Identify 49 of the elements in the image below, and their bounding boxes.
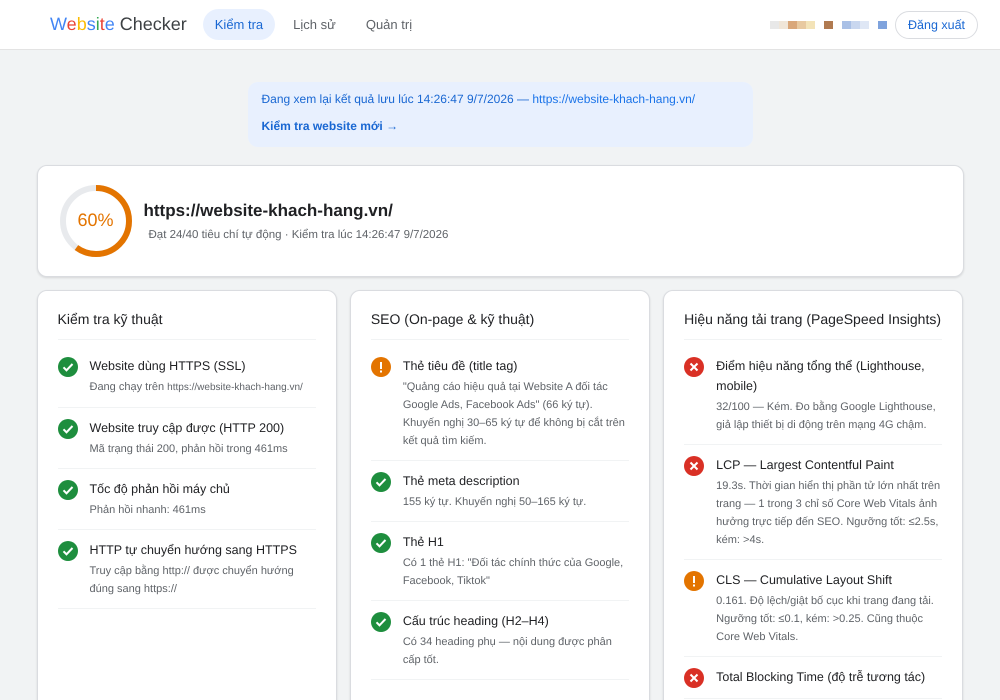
check-title: HTTP tự chuyển hướng sang HTTPS <box>90 542 298 559</box>
logout-button[interactable]: Đăng xuất <box>895 10 978 38</box>
check-title: CLS — Cumulative Layout Shift <box>716 572 893 589</box>
check-title: Thẻ meta description <box>402 473 521 490</box>
check-title: Thẻ tiêu đề (title tag) <box>402 358 518 375</box>
nav-tab[interactable]: Lịch sử <box>281 9 348 40</box>
check-icon <box>58 419 78 439</box>
warning-icon <box>370 357 391 377</box>
check-title: Tốc độ phản hồi máy chủ <box>90 481 230 498</box>
panel-title: Kiểm tra kỹ thuật <box>58 311 316 340</box>
logo[interactable]: Website Checker <box>50 14 187 35</box>
nav-tab[interactable]: Kiểm tra <box>202 9 276 40</box>
check-description: Có 34 heading phụ — nội dung được phân cấp tốt. <box>402 635 613 668</box>
check-description: 155 ký tự. Khuyến nghị 50–165 ký tự. <box>402 495 586 510</box>
check-description: 19.3s. Thời gian hiển thị phần tử lớn nhất trên trang — 1 trong 3 chỉ số Core Web Vitals ảnh hưởng trực tiếp đến SEO. Ngưỡng tốt: ≤2.5s, kém: >4s. <box>716 479 942 548</box>
url-link[interactable]: https://website-khach-hang.vn/ <box>532 92 696 106</box>
check-description: Mã trạng thái 200, phản hồi trong 461ms <box>90 442 288 457</box>
check-description: 32/100 — Kém. Đo bằng Google Lighthouse, giả lập thiết bị di động trên mạng 4G chậm. <box>716 400 937 433</box>
check-icon <box>58 357 78 377</box>
check-title: Điểm hiệu năng tổng thể (Lighthouse, mobile) <box>716 358 926 395</box>
check-description: 0.161. Độ lệch/giật bố cục khi trang đang tải. Ngưỡng tốt: ≤0.1, kém: >0.25. Cũng thuộc Core Web Vitals. <box>716 594 935 645</box>
error-icon <box>684 456 704 476</box>
check-icon <box>370 533 391 553</box>
check-icon <box>58 480 78 500</box>
new-check-link[interactable]: Kiểm tra website mới → <box>262 119 398 133</box>
check-title: Website truy cập được (HTTP 200) <box>90 420 286 437</box>
check-icon <box>370 472 391 492</box>
warning-icon <box>684 571 704 591</box>
error-icon <box>684 357 704 377</box>
check-title: Website dùng HTTPS (SSL) <box>90 358 247 375</box>
site-url: https://website-khach-hang.vn/ <box>144 201 394 221</box>
check-description: Đang chạy trên https://website-khach-hang.vn/ <box>90 380 303 395</box>
check-icon <box>370 612 391 632</box>
nav-tab[interactable]: Quản trị <box>354 9 424 40</box>
check-description: Có 1 thẻ H1: "Đối tác chính thức của Google, Facebook, Tiktok" <box>402 556 624 589</box>
check-description: "Quảng cáo hiệu quả tại Website A đối tác Google Ads, Facebook Ads" (66 ký tự). Khuyến nghị 30–65 ký tự để không bị cắt trên kết quả tìm kiếm. <box>402 380 626 449</box>
summary-meta: Đạt 24/40 tiêu chí tự động · Kiểm tra lúc 14:26:47 9/7/2026 <box>148 229 448 241</box>
banner-text: Đang xem lại kết quả lưu lúc 14:26:47 9/7/2026 — https://website-khach-hang.vn/ <box>262 92 696 106</box>
check-title: Thẻ H1 <box>402 534 445 551</box>
panel-title: SEO (On-page & kỹ thuật) <box>370 311 630 340</box>
check-description: Phản hồi nhanh: 461ms <box>90 503 207 518</box>
check-description: Truy cập bằng http:// được chuyển hướng đúng sang https:// <box>90 564 295 597</box>
check-title: Cấu trúc heading (H2–H4) <box>402 613 550 630</box>
error-icon <box>684 668 704 688</box>
check-title: Total Blocking Time (độ trễ tương tác) <box>716 669 926 686</box>
score-value: 60% <box>76 210 115 231</box>
check-icon <box>58 541 78 561</box>
check-title: LCP — Largest Contentful Paint <box>716 457 895 474</box>
panel-title: Hiệu năng tải trang (PageSpeed Insights) <box>684 311 942 340</box>
